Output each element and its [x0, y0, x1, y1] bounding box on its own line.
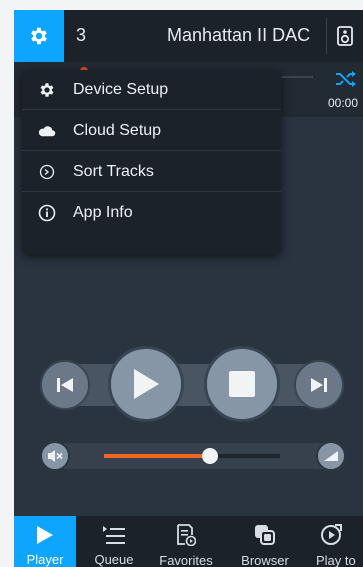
transport-controls: [40, 340, 344, 430]
mute-button[interactable]: [40, 441, 70, 471]
top-bar: 3 Manhattan II DAC: [14, 10, 363, 70]
stop-button[interactable]: [204, 346, 280, 422]
browser-icon: [254, 524, 276, 546]
device-name[interactable]: Manhattan II DAC: [167, 25, 327, 46]
speaker-icon: [337, 26, 353, 46]
speaker-button[interactable]: [326, 18, 363, 54]
zone-count: 3: [76, 25, 87, 45]
cloud-icon: [38, 122, 56, 140]
nav-item-player[interactable]: Player: [14, 516, 76, 567]
play-icon: [36, 524, 54, 545]
nav-item-label: Play to: [316, 553, 356, 567]
menu-item-sort-tracks[interactable]: Sort Tracks: [22, 152, 281, 192]
menu-item-device-setup[interactable]: Device Setup: [22, 70, 281, 110]
sort-clock-icon: [38, 163, 56, 181]
menu-item-app-info[interactable]: App Info: [22, 193, 281, 233]
nav-item-queue[interactable]: Queue: [84, 516, 144, 567]
volume-slider[interactable]: [104, 448, 280, 464]
nav-item-favorites[interactable]: Favorites: [150, 516, 222, 567]
transport-backplate: [50, 364, 330, 406]
menu-item-label: Device Setup: [73, 80, 169, 98]
menu-item-label: Cloud Setup: [73, 121, 162, 139]
bottom-navigation: Player Queue Favorites Browser Play to: [14, 516, 363, 567]
play-button[interactable]: [108, 346, 184, 422]
menu-item-label: Sort Tracks: [73, 162, 154, 180]
menu-item-cloud-setup[interactable]: Cloud Setup: [22, 111, 281, 151]
volume-mute-icon: [48, 450, 63, 462]
elapsed-time: 00:00: [328, 96, 359, 110]
stop-icon: [229, 371, 255, 397]
shuffle-icon[interactable]: [334, 70, 358, 88]
volume-control: [34, 431, 352, 481]
menu-item-label: App Info: [73, 204, 133, 221]
skip-next-icon: [311, 378, 327, 392]
info-icon: [38, 204, 56, 222]
play-icon: [134, 369, 159, 399]
queue-icon: [102, 524, 126, 545]
settings-menu: Device Setup Cloud Setup Sort Tracks App…: [22, 70, 281, 254]
next-button[interactable]: [294, 360, 344, 410]
previous-button[interactable]: [40, 360, 90, 410]
app-window: 3 Manhattan II DAC 00:00 Device Setup Cl…: [14, 10, 363, 567]
nav-item-label: Favorites: [159, 553, 213, 567]
settings-button[interactable]: [14, 10, 64, 70]
nav-item-label: Player: [26, 552, 64, 567]
gear-icon: [38, 81, 56, 99]
nav-item-browser[interactable]: Browser: [232, 516, 298, 567]
skip-previous-icon: [57, 378, 73, 392]
nav-item-play-to[interactable]: Play to: [308, 516, 363, 567]
nav-item-label: Queue: [94, 552, 134, 567]
favorites-icon: [176, 524, 196, 546]
gear-icon: [31, 27, 47, 45]
nav-item-label: Browser: [241, 553, 289, 567]
volume-slider-fill: [104, 454, 210, 458]
volume-max-button[interactable]: [316, 441, 346, 471]
volume-max-icon: [324, 451, 338, 461]
volume-slider-thumb[interactable]: [201, 448, 218, 464]
play-to-icon: [320, 524, 342, 546]
